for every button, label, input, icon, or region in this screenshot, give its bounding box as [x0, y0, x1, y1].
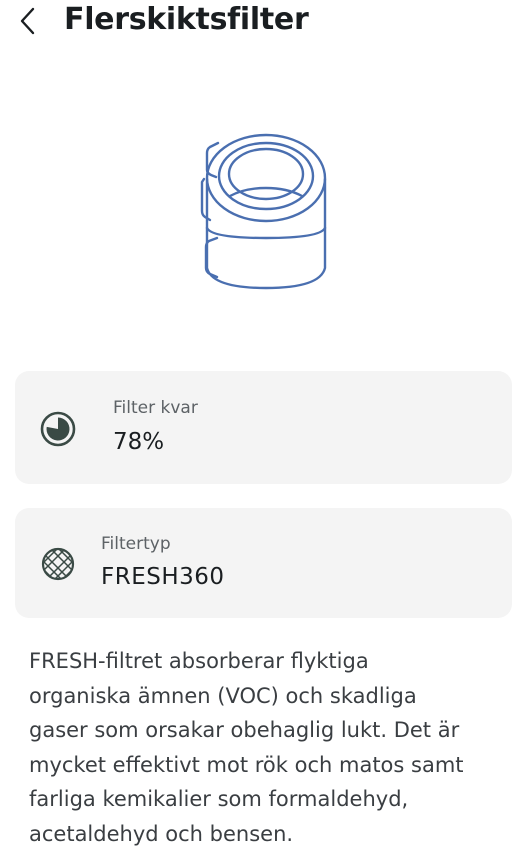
filter-illustration: [190, 118, 340, 296]
filter-detail-page: Flerskiktsfilter Filter kvar 78% Filtert…: [0, 0, 522, 861]
filter-remaining-label: Filter kvar: [113, 398, 198, 418]
description-line: organiska ämnen (VOC) och skadliga: [29, 683, 417, 708]
filter-type-card: Filtertyp FRESH360: [15, 508, 512, 618]
filter-type-label: Filtertyp: [101, 534, 171, 554]
filter-description: FRESH-filtret absorberar flyktiga organi…: [29, 644, 507, 851]
mesh-filter-icon: [40, 546, 76, 582]
progress-pie-icon: [39, 410, 77, 448]
description-line: acetaldehyd och bensen.: [29, 821, 294, 846]
back-button[interactable]: [14, 4, 42, 38]
filter-type-value: FRESH360: [101, 564, 225, 590]
filter-remaining-card: Filter kvar 78%: [15, 371, 512, 484]
description-line: gaser som orsakar obehaglig lukt. Det är: [29, 718, 460, 742]
chevron-left-icon: [20, 7, 35, 35]
page-title: Flerskiktsfilter: [64, 2, 309, 37]
filter-cartridge-icon: [200, 133, 327, 290]
header: Flerskiktsfilter: [0, 0, 522, 44]
description-line: mycket effektivt mot rök och matos samt: [29, 752, 464, 777]
description-line: FRESH-filtret absorberar flyktiga: [29, 649, 369, 673]
filter-remaining-value: 78%: [113, 429, 165, 455]
description-line: farliga kemikalier som formaldehyd,: [29, 787, 409, 811]
